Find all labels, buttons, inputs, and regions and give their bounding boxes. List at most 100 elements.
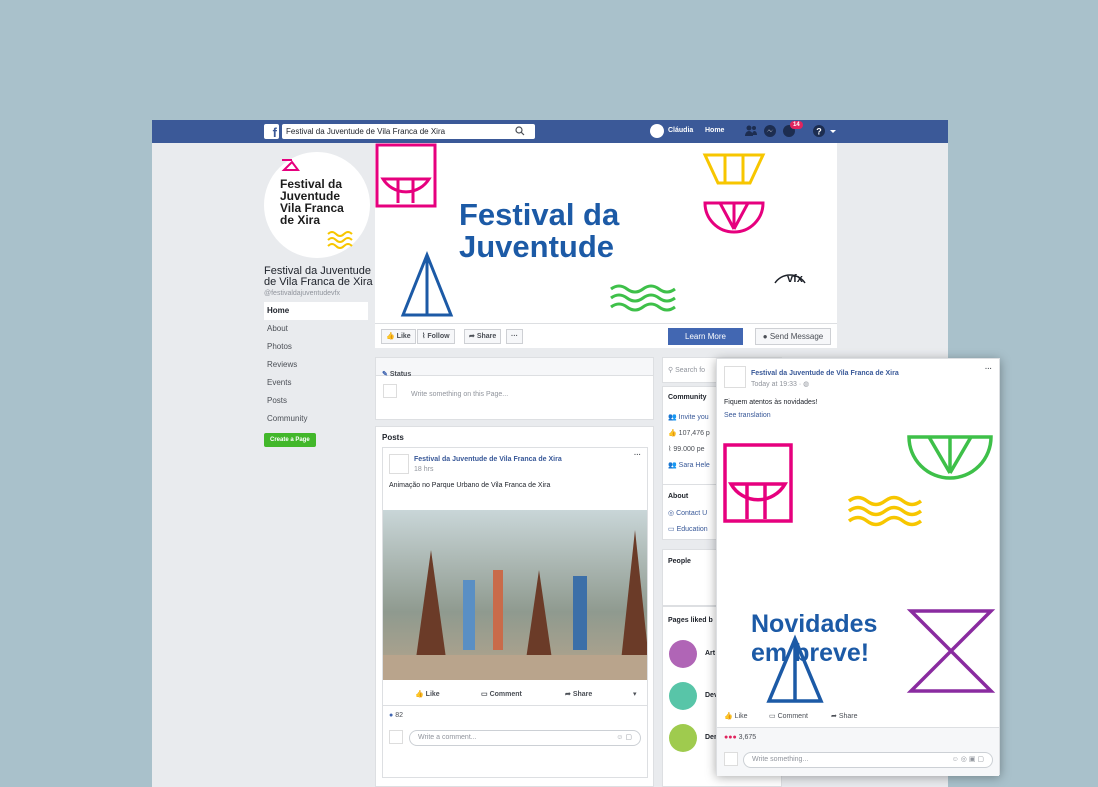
popup-share-button[interactable]: ➦ Share [831, 712, 858, 720]
top-navbar: f Festival da Juventude de Vila Franca d… [152, 120, 948, 143]
user-name-link[interactable]: Cláudia [668, 127, 693, 134]
post-actions: 👍 Like ▭ Comment ➦ Share ▾ [383, 686, 647, 706]
profile-picture-title: Festival da Juventude Vila Franca de Xir… [280, 177, 344, 227]
share-icon: ➦ [565, 691, 573, 698]
nav-community[interactable]: Community [264, 410, 368, 428]
post-author-name[interactable]: Festival da Juventude de Vila Franca de … [414, 456, 562, 463]
category-icon: ▭ [668, 526, 677, 533]
comment-input[interactable]: Write a comment... ☺ ▢ [409, 730, 641, 746]
invite-friends-link[interactable]: 👥 Invite you [668, 413, 709, 421]
community-heading: Community [668, 394, 707, 401]
more-actions-button[interactable]: ··· [506, 329, 523, 344]
share-options-caret-icon[interactable]: ▾ [633, 690, 637, 698]
create-page-button[interactable]: Create a Page [264, 433, 316, 447]
share-page-button[interactable]: ➦ Share [464, 329, 502, 344]
popup-image[interactable]: Novidades em breve! [717, 429, 999, 709]
share-page-label: Share [476, 333, 497, 340]
popup-options-icon[interactable]: ··· [985, 366, 992, 373]
messenger-icon[interactable] [763, 124, 777, 138]
post-timestamp[interactable]: 18 hrs [414, 466, 433, 473]
post-photo-scene [383, 530, 651, 680]
education-link[interactable]: ▭ Education [668, 525, 708, 533]
home-link[interactable]: Home [705, 127, 724, 134]
nav-reviews[interactable]: Reviews [264, 356, 368, 374]
page-handle[interactable]: @festivaldajuventudevfx [264, 290, 340, 297]
popup-headline-line2: em breve! [751, 639, 870, 667]
education-label: Education [676, 526, 708, 533]
popup-author-name[interactable]: Festival da Juventude de Vila Franca de … [751, 370, 899, 377]
post-photo[interactable] [383, 510, 651, 680]
see-translation-link[interactable]: See translation [724, 412, 771, 419]
popup-comment-input[interactable]: Write something... ☺ ◎ ▣ ▢ [743, 752, 993, 768]
popup-author-avatar[interactable] [724, 366, 746, 388]
search-input[interactable]: Festival da Juventude de Vila Franca de … [282, 124, 535, 139]
popup-reactions[interactable]: ●●● 3,675 [724, 734, 756, 741]
nav-photos[interactable]: Photos [264, 338, 368, 356]
thumbs-up-icon: 👍 [386, 333, 397, 340]
user-avatar[interactable] [650, 124, 664, 138]
liked-page-name[interactable]: Art [705, 650, 715, 657]
post-reactions[interactable]: ● 82 [389, 712, 403, 719]
friend-icon: 👥 [668, 462, 679, 469]
about-heading: About [668, 493, 689, 500]
post-like-button[interactable]: 👍 Like [415, 690, 440, 698]
svg-text:?: ? [816, 127, 822, 137]
popup-comment-button[interactable]: ▭ Comment [769, 712, 808, 720]
friend-requests-icon[interactable] [744, 124, 758, 138]
status-input[interactable]: Write something on this Page... [411, 391, 508, 398]
page-search-input[interactable]: ⚲ Search fo [668, 366, 705, 374]
facebook-logo-icon[interactable]: f [264, 124, 279, 140]
post-text: Animação no Parque Urbano de Vila Franca… [389, 482, 551, 489]
comment-attach-icons[interactable]: ☺ ◎ ▣ ▢ [952, 755, 984, 763]
learn-more-button[interactable]: Learn More [668, 328, 743, 345]
send-message-button[interactable]: ● Send Message [755, 328, 831, 345]
like-count-icon: 👍 [668, 430, 679, 437]
people-icon: 👥 [668, 414, 679, 421]
nav-posts[interactable]: Posts [264, 392, 368, 410]
post-options-icon[interactable]: ··· [634, 452, 641, 459]
post-comment-label: Comment [489, 691, 522, 698]
like-page-button[interactable]: 👍 Like [381, 329, 416, 344]
cover-title-line2: Juventude [459, 229, 615, 264]
status-header: ✎ Status [376, 358, 653, 378]
posts-heading: Posts [382, 433, 404, 442]
follow-label: Follow [427, 333, 450, 340]
thumbs-up-outline-icon: 👍 [415, 691, 426, 698]
friend-likes-link[interactable]: 👥 Sara Hele [668, 461, 710, 469]
nav-home[interactable]: Home [264, 302, 368, 320]
popup-like-button[interactable]: 👍 Like [724, 712, 748, 720]
comment-icon: ▭ [769, 713, 778, 720]
liked-page-name[interactable]: Der [705, 734, 717, 741]
vfx-logo: vfx [787, 273, 803, 285]
liked-page-avatar[interactable] [669, 682, 697, 710]
share-icon: ➦ [831, 713, 839, 720]
cover-title-line1: Festival da [459, 197, 620, 232]
popup-timestamp[interactable]: Today at 19:33 · ◍ [751, 380, 809, 388]
popup-headline-line1: Novidades [751, 610, 878, 638]
popup-share-label: Share [838, 713, 858, 720]
search-icon[interactable] [515, 126, 525, 136]
contact-us-link[interactable]: ◎ Contact U [668, 509, 707, 517]
liked-page-avatar[interactable] [669, 724, 697, 752]
cover-photo[interactable]: Festival da Juventude vfx [375, 143, 837, 323]
post-share-button[interactable]: ➦ Share [565, 690, 592, 698]
profile-waves-icon [327, 231, 353, 249]
post-comment-button[interactable]: ▭ Comment [481, 690, 522, 698]
caret-down-icon[interactable] [829, 124, 837, 138]
emoji-icon[interactable]: ☺ ▢ [616, 733, 632, 741]
popup-footer: ●●● 3,675 Write something... ☺ ◎ ▣ ▢ [717, 727, 999, 776]
follow-button[interactable]: ⌇ Follow [417, 329, 455, 344]
profile-picture[interactable]: Festival da Juventude Vila Franca de Xir… [262, 150, 372, 260]
liked-page-avatar[interactable] [669, 640, 697, 668]
status-tab[interactable]: ✎ Status [382, 371, 411, 378]
likes-label: 107,476 p [678, 430, 710, 437]
page-name: Festival da Juventude de Vila Franca de … [264, 265, 373, 288]
post-author-avatar[interactable] [389, 454, 409, 474]
help-icon[interactable]: ? [812, 124, 826, 138]
page-search-placeholder: Search fo [675, 367, 706, 374]
page-avatar [383, 384, 397, 398]
status-label: Status [389, 371, 412, 378]
nav-about[interactable]: About [264, 320, 368, 338]
profile-logo-mark-icon [281, 159, 300, 171]
nav-events[interactable]: Events [264, 374, 368, 392]
